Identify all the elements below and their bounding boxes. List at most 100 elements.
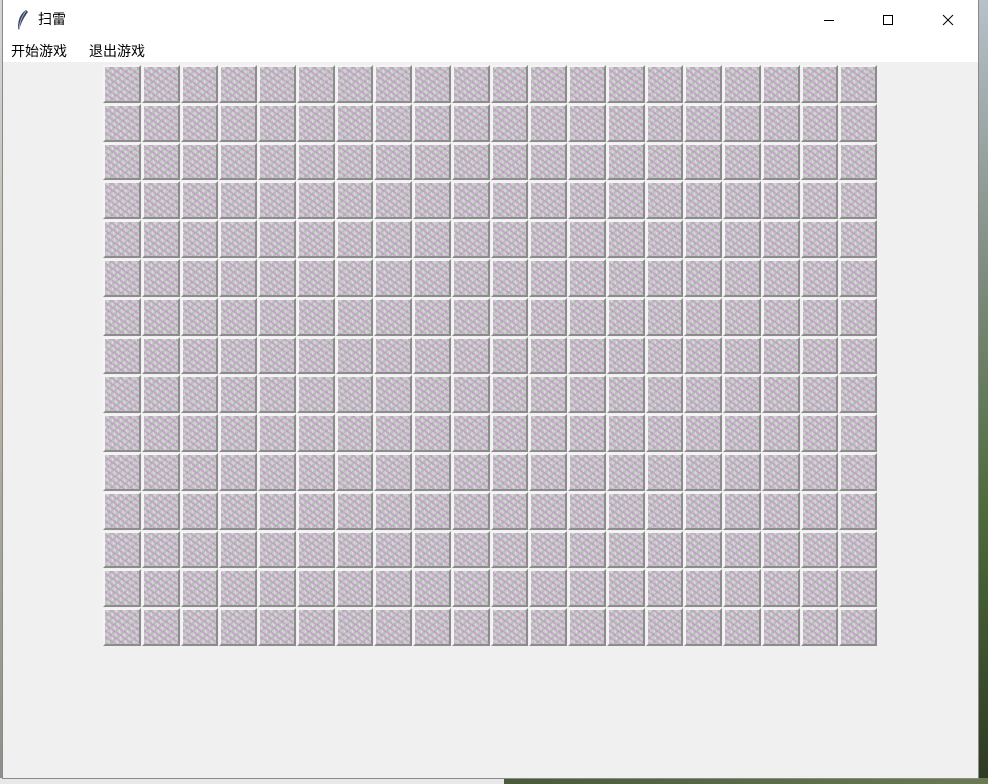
mine-cell[interactable] [336,453,373,491]
mine-cell[interactable] [839,453,877,491]
mine-cell[interactable] [529,143,567,180]
mine-cell[interactable] [336,531,373,568]
mine-cell[interactable] [336,181,373,219]
mine-cell[interactable] [142,453,180,491]
mine-cell[interactable] [413,608,451,646]
mine-cell[interactable] [646,104,683,142]
mine-cell[interactable] [529,259,567,297]
close-button[interactable] [919,0,977,40]
mine-cell[interactable] [413,181,451,219]
mine-cell[interactable] [684,531,722,568]
mine-cell[interactable] [142,65,180,103]
mine-cell[interactable] [607,569,645,607]
mine-cell[interactable] [529,492,567,530]
mine-cell[interactable] [723,414,761,452]
mine-cell[interactable] [491,608,528,646]
mine-cell[interactable] [452,414,490,452]
mine-cell[interactable] [219,104,257,142]
mine-cell[interactable] [491,492,528,530]
mine-cell[interactable] [258,414,296,452]
mine-cell[interactable] [336,65,373,103]
mine-cell[interactable] [103,531,141,568]
mine-cell[interactable] [374,453,412,491]
mine-cell[interactable] [103,414,141,452]
mine-cell[interactable] [452,220,490,258]
mine-cell[interactable] [684,259,722,297]
mine-cell[interactable] [762,337,800,374]
mine-cell[interactable] [723,492,761,530]
mine-cell[interactable] [684,414,722,452]
mine-cell[interactable] [529,531,567,568]
mine-cell[interactable] [413,569,451,607]
mine-cell[interactable] [762,181,800,219]
mine-cell[interactable] [336,104,373,142]
mine-cell[interactable] [607,104,645,142]
mine-cell[interactable] [839,414,877,452]
mine-cell[interactable] [297,143,335,180]
mine-cell[interactable] [181,414,218,452]
mine-cell[interactable] [568,298,606,336]
mine-cell[interactable] [723,220,761,258]
mine-cell[interactable] [801,65,838,103]
mine-cell[interactable] [374,375,412,413]
mine-cell[interactable] [646,259,683,297]
mine-cell[interactable] [374,531,412,568]
mine-cell[interactable] [646,65,683,103]
mine-cell[interactable] [258,569,296,607]
mine-cell[interactable] [607,65,645,103]
mine-cell[interactable] [646,608,683,646]
mine-cell[interactable] [762,220,800,258]
mine-cell[interactable] [181,453,218,491]
mine-cell[interactable] [452,259,490,297]
mine-cell[interactable] [374,181,412,219]
mine-cell[interactable] [684,608,722,646]
mine-cell[interactable] [568,337,606,374]
mine-cell[interactable] [607,531,645,568]
mine-cell[interactable] [258,298,296,336]
mine-cell[interactable] [181,337,218,374]
mine-cell[interactable] [491,220,528,258]
mine-cell[interactable] [723,453,761,491]
mine-cell[interactable] [297,453,335,491]
mine-cell[interactable] [684,181,722,219]
mine-cell[interactable] [219,181,257,219]
mine-cell[interactable] [801,375,838,413]
mine-cell[interactable] [491,414,528,452]
mine-cell[interactable] [142,337,180,374]
mine-cell[interactable] [297,492,335,530]
mine-cell[interactable] [374,104,412,142]
mine-cell[interactable] [529,65,567,103]
mine-cell[interactable] [103,569,141,607]
mine-cell[interactable] [801,104,838,142]
mine-cell[interactable] [219,259,257,297]
mine-cell[interactable] [762,143,800,180]
mine-cell[interactable] [374,337,412,374]
mine-cell[interactable] [181,531,218,568]
mine-cell[interactable] [103,337,141,374]
mine-cell[interactable] [297,531,335,568]
mine-cell[interactable] [607,414,645,452]
mine-cell[interactable] [452,181,490,219]
mine-cell[interactable] [723,143,761,180]
mine-cell[interactable] [336,608,373,646]
mine-cell[interactable] [723,569,761,607]
mine-cell[interactable] [142,414,180,452]
mine-cell[interactable] [529,220,567,258]
mine-cell[interactable] [374,259,412,297]
mine-cell[interactable] [839,259,877,297]
mine-cell[interactable] [181,259,218,297]
mine-cell[interactable] [413,453,451,491]
mine-cell[interactable] [452,492,490,530]
mine-cell[interactable] [181,220,218,258]
mine-cell[interactable] [568,375,606,413]
mine-cell[interactable] [142,375,180,413]
mine-cell[interactable] [452,453,490,491]
mine-cell[interactable] [103,65,141,103]
mine-cell[interactable] [452,531,490,568]
mine-cell[interactable] [374,220,412,258]
mine-cell[interactable] [297,259,335,297]
mine-cell[interactable] [568,104,606,142]
mine-cell[interactable] [646,298,683,336]
mine-cell[interactable] [142,220,180,258]
mine-cell[interactable] [684,337,722,374]
